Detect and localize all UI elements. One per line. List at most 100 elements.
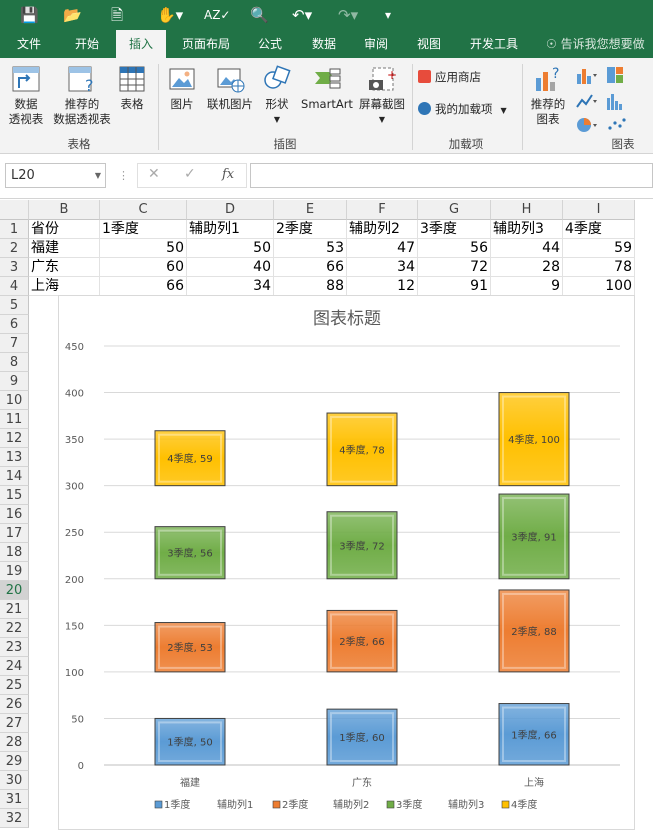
row-header-26[interactable]: 26 [0, 695, 29, 714]
touch-mode-icon[interactable]: ✋▾ [157, 5, 183, 25]
column-header-B[interactable]: B [29, 200, 100, 220]
chevron-down-icon[interactable]: ▼ [95, 164, 101, 187]
enter-icon[interactable]: ✓ [184, 166, 196, 182]
tell-me-box[interactable]: ☉ 告诉我您想要做什 [546, 30, 653, 79]
cell-B4[interactable]: 上海 [29, 277, 100, 296]
cell-B1[interactable]: 省份 [29, 220, 100, 239]
cell-F1[interactable]: 辅助列2 [347, 220, 418, 239]
row-header-20[interactable]: 20 [0, 581, 29, 600]
select-all-corner[interactable] [0, 200, 29, 220]
tab-insert[interactable]: 插入 [116, 30, 166, 58]
column-header-H[interactable]: H [491, 200, 563, 220]
cell-E3[interactable]: 66 [274, 258, 347, 277]
legend-entry[interactable]: 3季度 [396, 798, 422, 811]
cell-G2[interactable]: 56 [418, 239, 491, 258]
row-header-15[interactable]: 15 [0, 486, 29, 505]
store-button[interactable]: 应用商店 [418, 70, 518, 85]
tab-page-layout[interactable]: 页面布局 [174, 30, 238, 58]
online-picture-button[interactable]: 联机图片 [202, 64, 258, 112]
undo-icon[interactable]: ↶▾ [292, 5, 312, 25]
row-header-32[interactable]: 32 [0, 809, 29, 828]
cell-C2[interactable]: 50 [100, 239, 187, 258]
cell-F2[interactable]: 47 [347, 239, 418, 258]
row-header-18[interactable]: 18 [0, 543, 29, 562]
statistic-chart-icon[interactable] [606, 92, 628, 110]
row-header-4[interactable]: 4 [0, 277, 29, 296]
insert-function-icon[interactable]: fx [222, 167, 234, 182]
pie-chart-icon[interactable] [576, 116, 598, 134]
row-header-16[interactable]: 16 [0, 505, 29, 524]
row-header-11[interactable]: 11 [0, 410, 29, 429]
tab-review[interactable]: 审阅 [354, 30, 398, 58]
row-header-10[interactable]: 10 [0, 391, 29, 410]
row-header-17[interactable]: 17 [0, 524, 29, 543]
legend-entry[interactable]: 4季度 [511, 798, 537, 811]
column-header-G[interactable]: G [418, 200, 491, 220]
cell-B2[interactable]: 福建 [29, 239, 100, 258]
recommended-pivot-button[interactable]: ? 推荐的 数据透视表 [49, 64, 115, 127]
row-header-3[interactable]: 3 [0, 258, 29, 277]
tab-file[interactable]: 文件 [4, 30, 54, 58]
tab-formulas[interactable]: 公式 [248, 30, 292, 58]
chart-object[interactable]: 图表标题 0 50 100 150 200 250 300 350 400 450 1季度, 50… [58, 295, 635, 830]
row-header-6[interactable]: 6 [0, 315, 29, 334]
row-header-22[interactable]: 22 [0, 619, 29, 638]
cell-C3[interactable]: 60 [100, 258, 187, 277]
cell-H2[interactable]: 44 [491, 239, 563, 258]
y-axis[interactable]: 0 50 100 150 200 250 300 350 400 450 [65, 342, 84, 772]
cell-I3[interactable]: 78 [563, 258, 635, 277]
tab-data[interactable]: 数据 [302, 30, 346, 58]
cell-I1[interactable]: 4季度 [563, 220, 635, 239]
worksheet-grid[interactable]: BCDEFGHI 1 2 3 4 5 6 7 8 9 10 11 12 13 14 15 16 17 18 19 20… [0, 200, 653, 832]
scatter-chart-icon[interactable] [606, 116, 628, 134]
legend-entry[interactable]: 2季度 [282, 798, 308, 811]
row-header-25[interactable]: 25 [0, 676, 29, 695]
row-header-12[interactable]: 12 [0, 429, 29, 448]
new-file-icon[interactable]: 🗎 [111, 5, 123, 25]
row-header-2[interactable]: 2 [0, 239, 29, 258]
row-header-27[interactable]: 27 [0, 714, 29, 733]
column-header-C[interactable]: C [100, 200, 187, 220]
chart-legend[interactable]: 1季度 辅助列1 2季度 辅助列2 3季度 辅助列3 4季度 [154, 798, 537, 811]
my-addins-button[interactable]: 我的加载项 ▼ [418, 102, 518, 118]
name-box[interactable]: L20 ▼ [5, 163, 106, 188]
cell-E4[interactable]: 88 [274, 277, 347, 296]
cell-D3[interactable]: 40 [187, 258, 274, 277]
cancel-icon[interactable]: ✕ [148, 166, 160, 182]
cell-F3[interactable]: 34 [347, 258, 418, 277]
row-header-30[interactable]: 30 [0, 771, 29, 790]
row-header-8[interactable]: 8 [0, 353, 29, 372]
column-header-E[interactable]: E [274, 200, 347, 220]
redo-icon[interactable]: ↷▾ [338, 5, 358, 25]
picture-button[interactable]: 图片 [164, 64, 200, 112]
row-header-13[interactable]: 13 [0, 448, 29, 467]
screenshot-button[interactable]: + 屏幕截图 ▼ [356, 64, 408, 127]
cell-H3[interactable]: 28 [491, 258, 563, 277]
shapes-button[interactable]: 形状 ▼ [260, 64, 294, 127]
cell-H4[interactable]: 9 [491, 277, 563, 296]
row-header-31[interactable]: 31 [0, 790, 29, 809]
cell-F4[interactable]: 12 [347, 277, 418, 296]
row-header-9[interactable]: 9 [0, 372, 29, 391]
formula-input[interactable] [250, 163, 653, 188]
row-header-14[interactable]: 14 [0, 467, 29, 486]
tab-developer[interactable]: 开发工具 [462, 30, 526, 58]
legend-entry[interactable]: 辅助列3 [448, 798, 484, 811]
cell-B3[interactable]: 广东 [29, 258, 100, 277]
hierarchy-chart-icon[interactable] [606, 66, 628, 84]
legend-entry[interactable]: 辅助列2 [333, 798, 369, 811]
cell-C1[interactable]: 1季度 [100, 220, 187, 239]
chart-title[interactable]: 图表标题 [313, 309, 381, 329]
column-header-I[interactable]: I [563, 200, 635, 220]
print-preview-icon[interactable]: 🔍 [250, 5, 269, 25]
cell-G3[interactable]: 72 [418, 258, 491, 277]
cell-I2[interactable]: 59 [563, 239, 635, 258]
column-header-D[interactable]: D [187, 200, 274, 220]
row-header-1[interactable]: 1 [0, 220, 29, 239]
cell-D4[interactable]: 34 [187, 277, 274, 296]
cell-C4[interactable]: 66 [100, 277, 187, 296]
spelling-icon[interactable]: AZ✓ [204, 5, 230, 25]
line-chart-icon[interactable] [576, 92, 598, 110]
tab-view[interactable]: 视图 [407, 30, 451, 58]
cell-E1[interactable]: 2季度 [274, 220, 347, 239]
